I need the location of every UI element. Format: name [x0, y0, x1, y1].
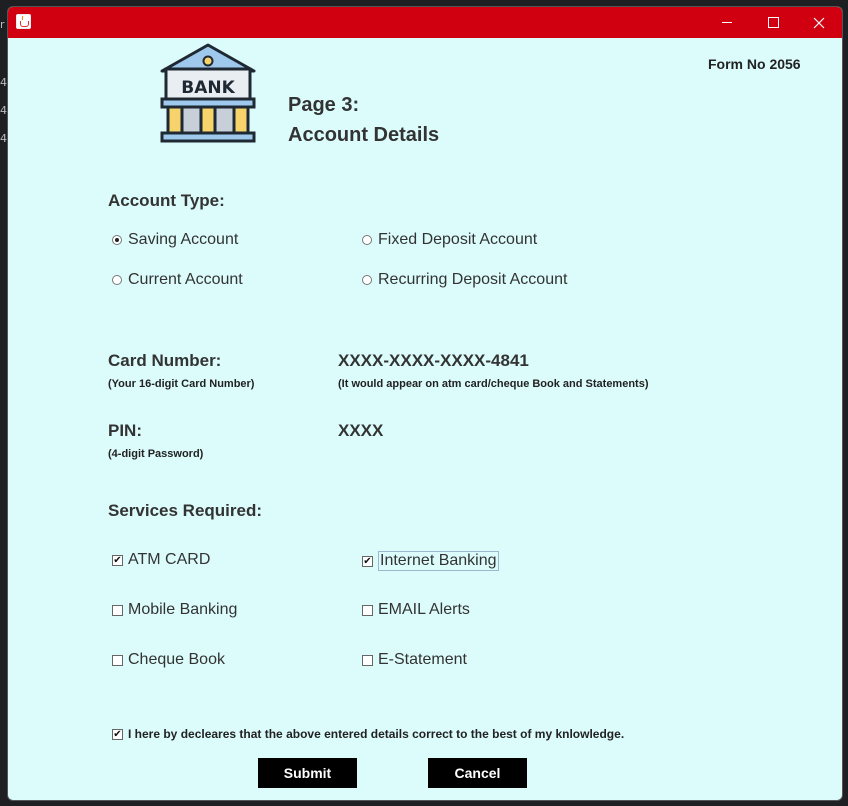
atm-card-checkbox[interactable]: ✔ ATM CARD — [112, 551, 210, 569]
radio-dot — [362, 275, 372, 285]
pin-label: PIN: — [108, 421, 142, 440]
radio-label: Recurring Deposit Account — [378, 271, 568, 288]
form-content: BANK Form No 2056 Page 3: Account Detail… — [8, 38, 842, 800]
fixed-deposit-radio[interactable]: Fixed Deposit Account — [362, 231, 537, 249]
minimize-icon — [722, 22, 732, 23]
checkbox-label: EMAIL Alerts — [378, 601, 470, 618]
card-number-label: Card Number: — [108, 351, 222, 370]
checkbox-box — [112, 604, 123, 616]
card-number-hint: (Your 16-digit Card Number) — [108, 378, 255, 390]
radio-label: Current Account — [128, 271, 243, 288]
close-icon — [813, 17, 825, 28]
e-statement-checkbox[interactable]: E-Statement — [362, 651, 467, 669]
cancel-button[interactable]: Cancel — [428, 758, 527, 788]
edge-glyph: r — [0, 18, 5, 31]
recurring-deposit-radio[interactable]: Recurring Deposit Account — [362, 271, 567, 289]
internet-banking-checkbox[interactable]: ✔ Internet Banking — [362, 551, 499, 571]
logo-text: BANK — [181, 78, 235, 98]
mobile-banking-checkbox[interactable]: Mobile Banking — [112, 601, 237, 619]
checkbox-label: ATM CARD — [128, 551, 211, 568]
radio-label: Saving Account — [128, 231, 239, 248]
maximize-button[interactable] — [750, 7, 796, 38]
current-account-radio[interactable]: Current Account — [112, 271, 243, 289]
pin-value: XXXX — [338, 421, 384, 440]
declaration-checkbox[interactable]: ✔ I here by decleares that the above ent… — [112, 727, 624, 741]
saving-account-radio[interactable]: Saving Account — [112, 231, 238, 249]
card-number-note: (It would appear on atm card/cheque Book… — [338, 378, 649, 390]
card-number-value: XXXX-XXXX-XXXX-4841 — [338, 351, 529, 370]
radio-dot — [112, 275, 122, 285]
signup-window: BANK Form No 2056 Page 3: Account Detail… — [7, 6, 843, 801]
checkbox-box — [112, 654, 123, 666]
radio-label: Fixed Deposit Account — [378, 231, 538, 248]
check-icon: ✔ — [112, 728, 123, 740]
checkbox-label: E-Statement — [378, 651, 467, 668]
pin-hint: (4-digit Password) — [108, 448, 204, 460]
checkbox-label: Internet Banking — [378, 551, 499, 571]
checkbox-label: Cheque Book — [128, 651, 225, 668]
check-icon: ✔ — [362, 555, 373, 567]
minimize-button[interactable] — [704, 7, 750, 38]
form-number: Form No 2056 — [708, 56, 801, 72]
email-alerts-checkbox[interactable]: EMAIL Alerts — [362, 601, 470, 619]
close-button[interactable] — [796, 7, 842, 38]
radio-dot — [112, 235, 122, 245]
services-heading: Services Required: — [108, 501, 263, 520]
checkbox-label: Mobile Banking — [128, 601, 238, 618]
cheque-book-checkbox[interactable]: Cheque Book — [112, 651, 225, 669]
title-bar[interactable] — [8, 7, 842, 38]
bank-logo-icon: BANK — [160, 43, 256, 143]
checkbox-box — [362, 654, 373, 666]
page-label: Page 3: — [288, 94, 360, 116]
radio-dot — [362, 235, 372, 245]
maximize-icon — [767, 17, 779, 28]
account-type-heading: Account Type: — [108, 191, 225, 210]
check-icon: ✔ — [112, 554, 123, 566]
submit-button[interactable]: Submit — [258, 758, 357, 788]
java-app-icon — [16, 14, 31, 29]
checkbox-box — [362, 604, 373, 616]
page-title: Account Details — [288, 124, 440, 146]
declaration-text: I here by decleares that the above enter… — [128, 727, 625, 741]
